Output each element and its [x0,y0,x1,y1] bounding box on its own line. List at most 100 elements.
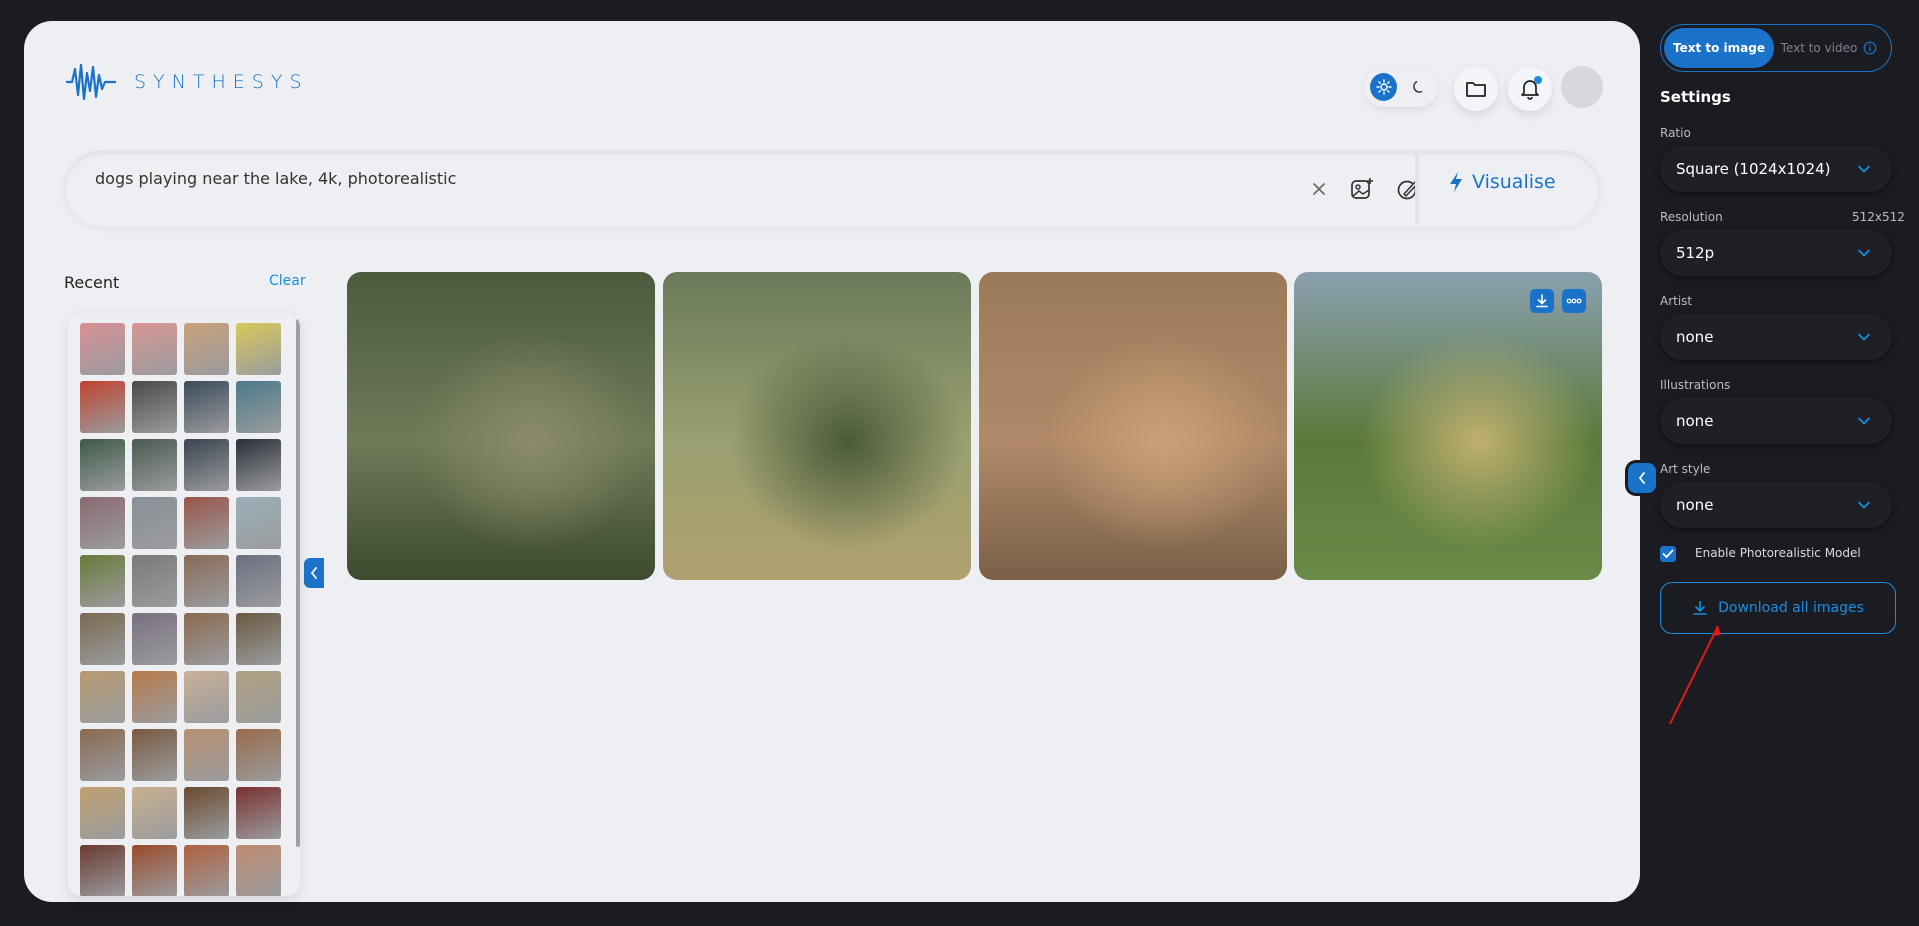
clear-prompt-button[interactable] [1305,175,1333,203]
recent-thumbnail[interactable] [80,439,125,491]
prompt-input[interactable]: dogs playing near the lake, 4k, photorea… [95,169,456,188]
recent-thumbnail[interactable] [80,381,125,433]
theme-toggle[interactable] [1364,67,1438,107]
recent-thumbnail[interactable] [184,787,229,839]
chevron-down-icon [1858,249,1870,257]
ratio-value: Square (1024x1024) [1676,160,1831,178]
recent-thumbnail[interactable] [132,555,177,607]
tab-text-to-video-label: Text to video [1780,41,1858,55]
generated-image[interactable] [979,272,1287,580]
recent-thumbnail[interactable] [184,671,229,723]
waveform-logo-icon [66,63,116,101]
folder-button[interactable] [1454,67,1498,111]
recent-thumbnail[interactable] [132,323,177,375]
recent-thumbnail[interactable] [80,729,125,781]
recent-thumbnail[interactable] [80,555,125,607]
artist-value: none [1676,328,1714,346]
chevron-left-icon [310,567,317,579]
recent-thumbnail[interactable] [184,381,229,433]
recent-thumbnail[interactable] [236,729,281,781]
recent-thumbnail[interactable] [184,497,229,549]
generated-image[interactable] [1294,272,1602,580]
recent-thumbnail[interactable] [236,845,281,896]
recent-thumbnail[interactable] [132,729,177,781]
light-mode-button[interactable] [1370,73,1397,101]
close-icon [1313,183,1325,195]
recent-thumbnail[interactable] [132,381,177,433]
ratio-select[interactable]: Square (1024x1024) [1660,146,1892,192]
prompt-divider [1415,155,1419,223]
recent-panel [68,313,300,896]
recent-thumbnail[interactable] [184,613,229,665]
mode-switch: Text to image Text to video [1660,24,1892,72]
download-icon [1536,294,1548,308]
image-more-button[interactable] [1562,289,1586,313]
tab-text-to-video[interactable]: Text to video [1774,28,1884,68]
recent-thumbnail[interactable] [184,845,229,896]
chevron-left-icon [1638,472,1645,484]
recent-thumbnail[interactable] [184,729,229,781]
recent-thumbnail[interactable] [184,439,229,491]
illustrations-select[interactable]: none [1660,398,1892,444]
resolution-select[interactable]: 512p [1660,230,1892,276]
main-panel: SYNTHESYS dogs playing near the lake, 4k… [24,21,1640,902]
notifications-button[interactable] [1508,67,1552,111]
image-prompt-button[interactable] [1348,175,1376,203]
recent-thumbnail[interactable] [236,787,281,839]
recent-scrollbar[interactable] [296,319,300,847]
recent-thumbnail[interactable] [132,845,177,896]
info-icon [1863,41,1877,55]
collapse-recent-button[interactable] [304,558,324,588]
recent-thumbnail[interactable] [80,671,125,723]
recent-thumbnail[interactable] [184,323,229,375]
dark-mode-button[interactable] [1405,73,1432,101]
recent-thumbnail[interactable] [236,613,281,665]
collapse-settings-button[interactable] [1628,463,1656,493]
artist-select[interactable]: none [1660,314,1892,360]
lightning-icon [1450,172,1462,192]
art-style-label: Art style [1660,462,1711,476]
tab-text-to-image[interactable]: Text to image [1664,28,1774,68]
settings-heading: Settings [1660,88,1731,106]
recent-thumbnail[interactable] [80,613,125,665]
generated-image[interactable] [663,272,971,580]
recent-thumbnail[interactable] [80,787,125,839]
logo[interactable]: SYNTHESYS [64,61,309,103]
generated-image[interactable] [347,272,655,580]
illustrations-label: Illustrations [1660,378,1731,392]
sun-icon [1375,79,1392,95]
recent-thumbnail[interactable] [236,497,281,549]
recent-thumbnail[interactable] [132,787,177,839]
recent-thumbnails [80,323,281,896]
art-style-select[interactable]: none [1660,482,1892,528]
recent-thumbnail[interactable] [132,671,177,723]
download-image-button[interactable] [1530,289,1554,313]
moon-icon [1412,80,1422,93]
recent-thumbnail[interactable] [184,555,229,607]
recent-thumbnail[interactable] [236,323,281,375]
recent-thumbnail[interactable] [132,613,177,665]
recent-thumbnail[interactable] [236,439,281,491]
photorealistic-checkbox[interactable] [1660,546,1676,562]
visualise-button[interactable]: Visualise [1448,171,1556,193]
recent-thumbnail[interactable] [132,497,177,549]
chevron-down-icon [1858,165,1870,173]
recent-thumbnail[interactable] [236,555,281,607]
visualise-label: Visualise [1472,171,1556,193]
recent-thumbnail[interactable] [236,381,281,433]
recent-thumbnail[interactable] [80,497,125,549]
illustrations-value: none [1676,412,1714,430]
avatar[interactable] [1561,66,1603,108]
folder-icon [1466,82,1486,97]
recent-thumbnail[interactable] [132,439,177,491]
more-dots-icon [1566,298,1582,304]
clear-recent-button[interactable]: Clear [269,273,306,289]
prompt-bar: dogs playing near the lake, 4k, photorea… [64,151,1600,227]
resolution-value: 512p [1676,244,1715,262]
recent-thumbnail[interactable] [80,323,125,375]
art-style-value: none [1676,496,1714,514]
artist-label: Artist [1660,294,1693,308]
add-image-icon [1351,178,1373,199]
recent-thumbnail[interactable] [80,845,125,896]
recent-thumbnail[interactable] [236,671,281,723]
